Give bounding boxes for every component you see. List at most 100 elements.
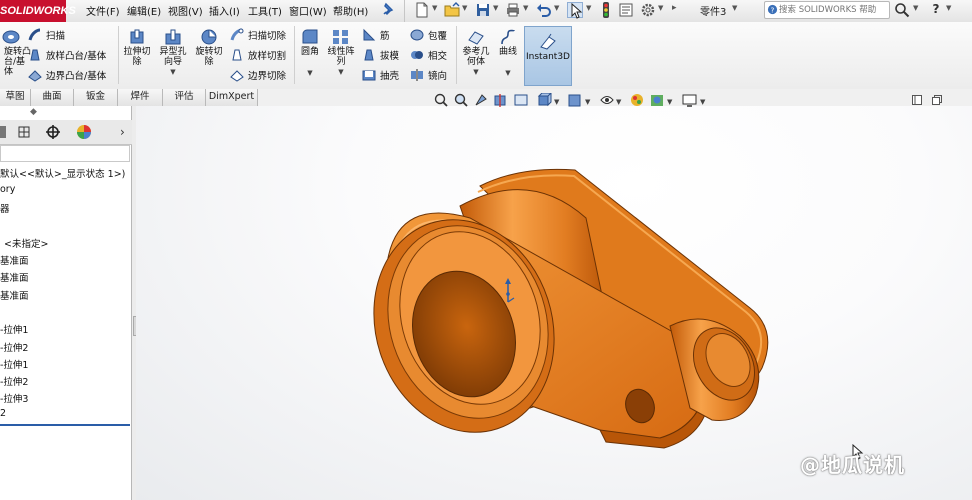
loft-boss-button[interactable]: 放样凸台/基体 [28, 46, 106, 63]
more-options-icon[interactable]: ▸ [672, 3, 677, 13]
zoom-to-area-icon[interactable] [454, 93, 468, 107]
tree-item-cut-extrude1[interactable]: -拉伸1 [0, 357, 28, 371]
mirror-button[interactable]: 镜向 [410, 66, 447, 83]
hide-show-items-icon[interactable] [600, 96, 614, 104]
save-icon[interactable] [475, 2, 491, 18]
linear-pattern-button[interactable]: 线性阵列 ▼ [326, 28, 356, 77]
previous-view-icon[interactable] [475, 94, 487, 106]
new-document-icon[interactable] [414, 2, 430, 18]
chevron-down-icon[interactable]: ▼ [523, 4, 528, 12]
swept-cut-button[interactable]: 扫描切除 [230, 26, 286, 43]
shell-button[interactable]: 抽壳 [362, 66, 399, 83]
chevron-down-icon[interactable]: ▼ [732, 4, 737, 12]
print-icon[interactable] [505, 2, 521, 18]
chevron-down-icon[interactable]: ▼ [586, 4, 591, 12]
tree-item-top-plane[interactable]: 基准面 [0, 270, 29, 284]
chevron-down-icon[interactable]: ▼ [667, 98, 673, 106]
display-manager-icon[interactable] [76, 124, 92, 140]
tree-item-cut-extrude2[interactable]: -拉伸2 [0, 374, 28, 388]
help-search-box[interactable]: ? [764, 1, 890, 19]
tree-item-boss-extrude1[interactable]: -拉伸1 [0, 322, 28, 336]
menu-window[interactable]: 窗口(W) [289, 3, 327, 18]
tab-sketch[interactable]: 草图 [0, 89, 31, 106]
chevron-down-icon[interactable]: ▼ [658, 4, 663, 12]
tab-evaluate[interactable]: 评估 [163, 89, 206, 106]
search-icon[interactable] [894, 2, 910, 18]
zoom-to-fit-icon[interactable] [434, 93, 448, 107]
lofted-cut-button[interactable]: 放样切割 [230, 46, 286, 63]
chevron-down-icon[interactable]: ▼ [462, 4, 467, 12]
extruded-cut-button[interactable]: 拉伸切除 [120, 28, 154, 67]
chevron-down-icon[interactable]: ▼ [554, 98, 560, 106]
chevron-right-icon[interactable]: › [120, 125, 125, 139]
restore-window-icon[interactable] [932, 95, 942, 105]
chevron-down-icon[interactable]: ▼ [460, 67, 492, 77]
menu-edit[interactable]: 编辑(E) [127, 3, 161, 18]
chevron-down-icon[interactable]: ▼ [296, 68, 324, 78]
help-question-icon[interactable]: ? [928, 2, 944, 18]
view-settings-icon[interactable] [682, 94, 697, 107]
tab-sheet-metal[interactable]: 钣金 [74, 89, 118, 106]
chevron-down-icon[interactable]: ▼ [494, 68, 522, 78]
undo-icon[interactable] [536, 2, 552, 18]
tab-weldments[interactable]: 焊件 [118, 89, 163, 106]
chevron-down-icon[interactable]: ▼ [700, 98, 706, 106]
rollback-bar[interactable] [0, 424, 130, 426]
gear-icon[interactable] [640, 2, 656, 18]
tree-item-sensors[interactable]: 器 [0, 201, 10, 215]
chevron-down-icon[interactable]: ▼ [913, 4, 918, 12]
tree-item-boss-extrude2[interactable]: -拉伸2 [0, 340, 28, 354]
view-orientation-icon[interactable] [537, 91, 553, 107]
tree-item-configuration[interactable]: 默认<<默认>_显示状态 1>) [0, 166, 125, 180]
sweep-button[interactable]: 扫描 [28, 26, 65, 43]
boundary-cut-button[interactable]: 边界切除 [230, 66, 286, 83]
chevron-down-icon[interactable]: ▼ [554, 4, 559, 12]
select-cursor-icon[interactable] [567, 2, 583, 19]
reference-geometry-button[interactable]: 参考几何体 ▼ [460, 28, 492, 77]
fillet-button[interactable]: 圆角 ▼ [296, 28, 324, 78]
chevron-down-icon[interactable]: ▼ [156, 67, 190, 77]
apply-scene-icon[interactable] [651, 95, 663, 106]
wrap-button[interactable]: 包覆 [410, 26, 447, 43]
revolved-cut-button[interactable]: 旋转切除 [192, 28, 226, 67]
tree-item-right-plane[interactable]: 基准面 [0, 288, 29, 302]
open-folder-icon[interactable] [444, 2, 460, 18]
menu-tools[interactable]: 工具(T) [248, 3, 282, 18]
display-style-icon[interactable] [568, 94, 581, 107]
tree-item-boss-extrude3[interactable]: -拉伸3 [0, 391, 28, 405]
tree-item-history[interactable]: ory [0, 184, 15, 195]
tab-surfaces[interactable]: 曲面 [31, 89, 74, 106]
configuration-manager-icon[interactable] [16, 124, 32, 140]
rib-button[interactable]: 筋 [362, 26, 390, 43]
menu-insert[interactable]: 插入(I) [209, 3, 240, 18]
tab-dimxpert[interactable]: DimXpert [206, 89, 258, 106]
menu-view[interactable]: 视图(V) [168, 3, 203, 18]
menu-help[interactable]: 帮助(H) [333, 3, 368, 18]
dimxpert-manager-icon[interactable] [45, 124, 61, 140]
file-properties-icon[interactable] [618, 2, 634, 18]
edit-appearance-icon[interactable] [631, 94, 643, 106]
section-view-icon[interactable] [494, 94, 506, 107]
tile-window-icon[interactable] [912, 95, 922, 105]
chevron-down-icon[interactable]: ▼ [432, 4, 437, 12]
instant3d-button[interactable]: Instant3D [524, 26, 572, 86]
chevron-down-icon[interactable]: ▼ [616, 98, 622, 106]
curves-button[interactable]: 曲线 ▼ [494, 28, 522, 78]
draft-button[interactable]: 拔模 [362, 46, 399, 63]
solidworks-logo[interactable]: SOLIDWORKS [0, 0, 76, 22]
pin-icon[interactable] [380, 2, 396, 18]
3d-part-model[interactable] [360, 158, 780, 468]
boundary-boss-button[interactable]: 边界凸台/基体 [28, 66, 106, 83]
tree-item-front-plane[interactable]: 基准面 [0, 253, 29, 267]
feature-filter-input[interactable] [0, 145, 130, 162]
property-manager-icon[interactable] [0, 124, 16, 140]
menu-file[interactable]: 文件(F) [86, 3, 120, 18]
tree-item-material[interactable]: <未指定> [4, 236, 48, 250]
chevron-down-icon[interactable]: ▼ [585, 98, 591, 106]
chevron-down-icon[interactable]: ▼ [326, 67, 356, 77]
intersect-button[interactable]: 相交 [410, 46, 447, 63]
rebuild-traffic-light-icon[interactable] [598, 2, 614, 18]
tree-item-last[interactable]: 2 [0, 408, 6, 419]
hole-wizard-button[interactable]: 异型孔向导 ▼ [156, 28, 190, 77]
chevron-down-icon[interactable]: ▼ [493, 4, 498, 12]
